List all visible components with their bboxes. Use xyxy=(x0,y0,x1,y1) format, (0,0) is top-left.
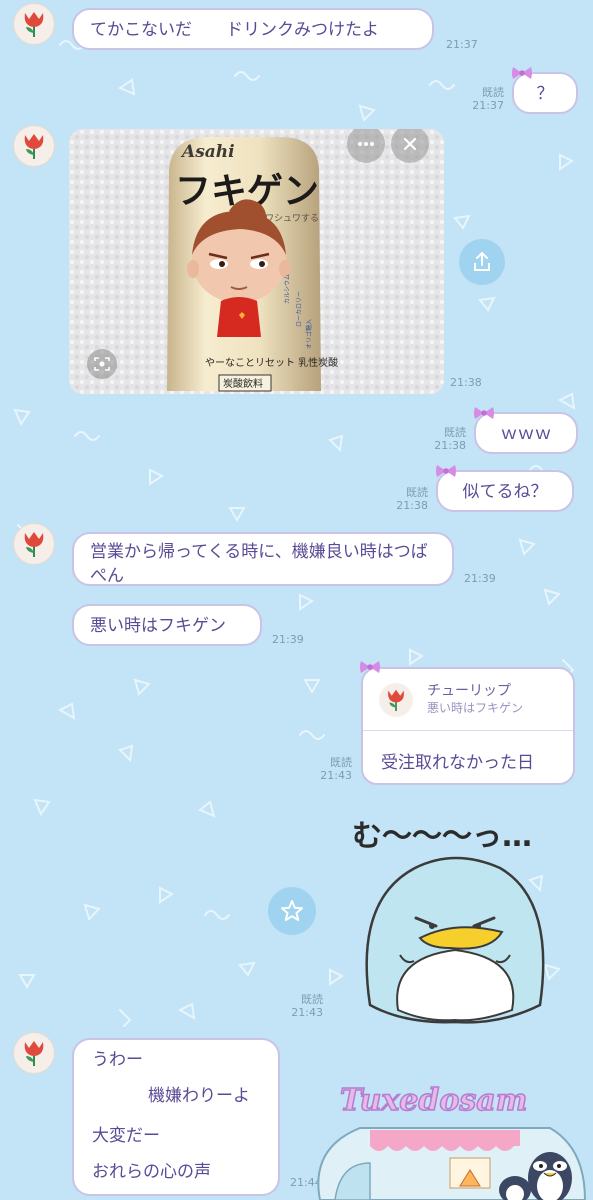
message-line: 大変だー xyxy=(92,1126,160,1146)
side-label: ローカロリー xyxy=(296,291,303,327)
message-text: 受注取れなかった日 xyxy=(381,753,534,773)
share-button[interactable] xyxy=(459,239,505,285)
tuxedosam-sticker[interactable]: Tuxedosam xyxy=(300,1068,593,1200)
bow-icon xyxy=(512,67,532,79)
tulip-icon xyxy=(24,12,44,37)
message-bubble[interactable]: 営業から帰ってくる時に、機嫌良い時はつばぺん xyxy=(72,532,454,586)
bow-icon xyxy=(474,407,494,419)
message-time: 21:38 xyxy=(450,376,482,389)
read-receipt: 既読 xyxy=(482,86,504,99)
product-label: 炭酸飲料 xyxy=(223,377,263,390)
reply-quote: 悪い時はフキゲン xyxy=(427,701,524,715)
avatar-tulip[interactable] xyxy=(14,1033,54,1073)
side-label: オリゴ糖入 xyxy=(305,319,313,349)
message-time: 21:37 xyxy=(446,38,478,51)
message-text: てかこないだ ドリンクみつけたよ xyxy=(90,20,379,40)
avatar-tulip[interactable] xyxy=(14,126,54,166)
message-text: 似てるね？ xyxy=(462,482,548,502)
reply-sender-name: チューリップ xyxy=(427,683,511,699)
message-line: おれらの心の声 xyxy=(92,1162,211,1182)
read-receipt: 既読 xyxy=(406,486,428,499)
message-time: 21:37 xyxy=(472,99,504,112)
tulip-icon xyxy=(24,134,44,159)
reply-message[interactable]: チューリップ 悪い時はフキゲン 受注取れなかった日 xyxy=(361,667,575,785)
read-receipt: 既読 xyxy=(301,993,323,1006)
reply-divider xyxy=(363,730,573,731)
avatar-tulip[interactable] xyxy=(14,524,54,564)
message-bubble[interactable]: 悪い時はフキゲン xyxy=(72,604,262,646)
lens-icon xyxy=(94,357,110,371)
tulip-icon xyxy=(24,1041,44,1066)
read-receipt: 既読 xyxy=(330,756,352,769)
sticker-title: Tuxedosam xyxy=(340,1083,527,1118)
close-icon xyxy=(403,137,417,151)
message-time: 21:43 xyxy=(320,769,352,782)
message-line: うわー xyxy=(92,1050,143,1070)
message-time: 21:39 xyxy=(272,633,304,646)
message-bubble[interactable]: てかこないだ ドリンクみつけたよ xyxy=(72,8,434,50)
bow-icon xyxy=(436,465,456,477)
penguin-sticker[interactable]: む〜〜〜っ… xyxy=(340,810,570,1025)
share-icon xyxy=(474,251,490,271)
drink-can-image: Asahi フキゲン シュワシュワする カルシウム ローカロリー オリゴ糖入 や… xyxy=(69,129,444,394)
side-label: カルシウム xyxy=(283,274,291,304)
star-icon xyxy=(281,900,303,921)
tulip-icon xyxy=(24,532,44,557)
read-receipt: 既読 xyxy=(444,426,466,439)
reply-avatar xyxy=(379,683,413,717)
avatar-tulip[interactable] xyxy=(14,4,54,44)
message-time: 21:38 xyxy=(434,439,466,452)
message-text: 営業から帰ってくる時に、機嫌良い時はつばぺん xyxy=(90,542,428,586)
message-time: 21:39 xyxy=(464,572,496,585)
sticker-text: む〜〜〜っ… xyxy=(352,819,532,854)
more-icon xyxy=(358,142,374,146)
tulip-icon xyxy=(388,689,404,712)
message-time: 21:38 xyxy=(396,499,428,512)
bow-icon xyxy=(360,661,380,673)
lens-button[interactable] xyxy=(87,349,117,379)
message-text: ｗｗｗ xyxy=(500,424,552,444)
message-time: 21:43 xyxy=(291,1006,323,1019)
photo-message[interactable]: Asahi フキゲン シュワシュワする カルシウム ローカロリー オリゴ糖入 や… xyxy=(69,129,444,394)
message-text: 悪い時はフキゲン xyxy=(90,616,226,636)
brand-logo: Asahi xyxy=(180,142,235,162)
favorite-sticker-button[interactable] xyxy=(268,887,316,935)
message-bubble[interactable]: うわー 機嫌わりーよ 大変だー おれらの心の声 xyxy=(72,1038,280,1196)
message-text: ？ xyxy=(536,84,554,104)
message-line: 機嫌わりーよ xyxy=(148,1086,250,1106)
product-tagline: やーなことリセット 乳性炭酸 xyxy=(205,356,338,369)
